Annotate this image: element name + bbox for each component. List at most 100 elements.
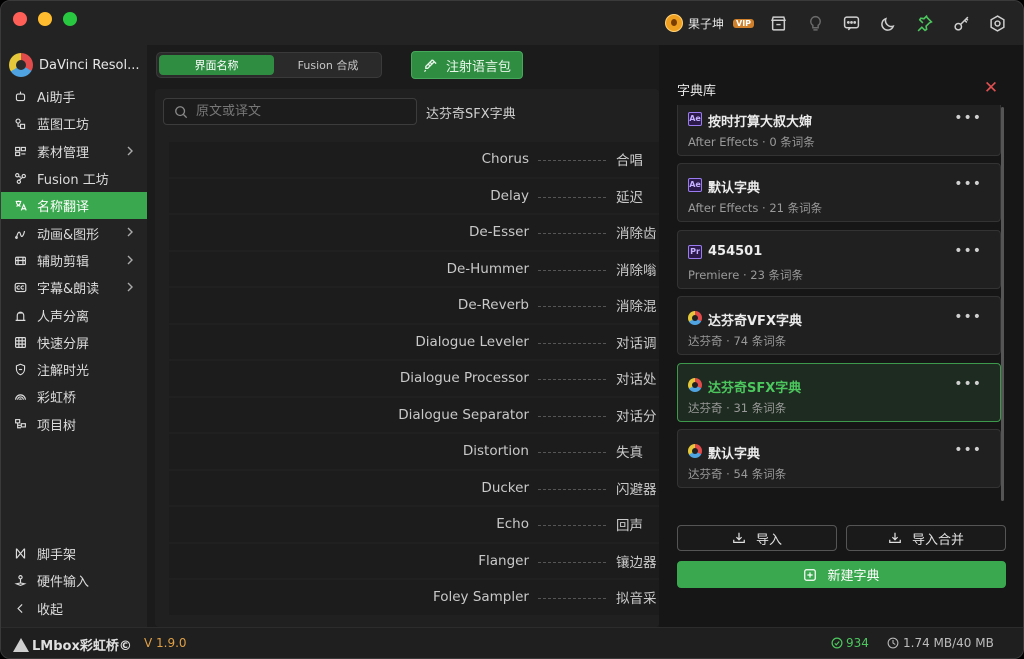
tab-fusion-composite[interactable]: Fusion 合成	[277, 55, 379, 75]
table-row[interactable]: Chorus 合唱	[169, 142, 659, 179]
more-options-icon[interactable]: •••	[954, 176, 982, 192]
row-divider	[538, 342, 606, 344]
sidebar-item-2[interactable]: 素材管理	[1, 138, 147, 165]
import-button[interactable]: 导入	[677, 525, 837, 551]
translated-text: 失真	[616, 445, 643, 462]
dictionary-card[interactable]: 默认字典 达芬奇 · 54 条词条 •••	[677, 429, 1001, 488]
dictionary-subtitle: 达芬奇 · 31 条词条	[688, 401, 787, 415]
sidebar-item-label: 项目树	[37, 418, 77, 434]
source-text: Chorus	[481, 151, 529, 168]
source-text: De-Reverb	[457, 297, 529, 314]
dictionary-library-panel: 字典库 ✕ Ae 按时打算大叔大婶 After Effects · 0 条词条 •••…	[659, 45, 1023, 627]
maximize-window-button[interactable]	[63, 12, 77, 26]
version-label[interactable]: V 1.9.0	[144, 636, 187, 650]
row-divider	[538, 488, 606, 490]
sidebar-item-label: 彩虹桥	[37, 391, 77, 407]
collapse-icon	[13, 601, 27, 615]
sidebar-bottom-item-0[interactable]: 脚手架	[1, 540, 147, 567]
dictionary-card[interactable]: Ae 默认字典 After Effects · 21 条词条 •••	[677, 163, 1001, 222]
inject-language-pack-button[interactable]: 注射语言包	[411, 51, 523, 79]
sidebar-item-7[interactable]: 字幕&朗读	[1, 274, 147, 301]
sidebar-item-label: 收起	[37, 602, 64, 618]
dictionary-card[interactable]: Pr 454501 Premiere · 23 条词条 •••	[677, 230, 1001, 289]
more-options-icon[interactable]: •••	[954, 243, 982, 259]
user-profile[interactable]: 果子坤 VIP	[665, 12, 755, 34]
dictionary-card[interactable]: 达芬奇VFX字典 达芬奇 · 74 条词条 •••	[677, 296, 1001, 355]
table-row[interactable]: Dialogue Separator 对话分	[169, 397, 659, 434]
translated-text: 延迟	[616, 189, 643, 206]
sidebar-item-4[interactable]: 名称翻译	[1, 192, 147, 220]
row-divider	[538, 415, 606, 417]
table-row[interactable]: Ducker 闪避器	[169, 470, 659, 507]
sidebar-item-3[interactable]: Fusion 工坊	[1, 165, 147, 192]
sidebar-item-label: 快速分屏	[37, 336, 90, 352]
dictionary-subtitle: 达芬奇 · 74 条词条	[688, 334, 787, 348]
tab-ui-names[interactable]: 界面名称	[159, 55, 274, 75]
tab-switch: 界面名称 Fusion 合成	[156, 52, 382, 78]
message-icon[interactable]	[841, 13, 861, 33]
sidebar-item-label: 脚手架	[37, 548, 77, 564]
translated-text: 对话调	[616, 335, 657, 352]
sidebar-item-12[interactable]: 项目树	[1, 411, 147, 438]
source-text: De-Esser	[468, 224, 529, 241]
translated-text: 消除混	[616, 299, 657, 316]
search-input[interactable]	[196, 104, 396, 119]
scrollbar[interactable]	[1001, 107, 1004, 501]
table-row[interactable]: Dialogue Processor 对话处	[169, 361, 659, 398]
table-row[interactable]: Echo 回声	[169, 507, 659, 544]
search-box[interactable]	[163, 98, 417, 125]
memory-usage-value: 1.74 MB/40 MB	[903, 636, 994, 650]
sidebar-item-8[interactable]: 人声分离	[1, 301, 147, 328]
ae-badge-icon: Ae	[688, 178, 702, 192]
more-options-icon[interactable]: •••	[954, 309, 982, 325]
sidebar-item-0[interactable]: Ai助手	[1, 83, 147, 110]
import-merge-button[interactable]: 导入合并	[846, 525, 1006, 551]
lightbulb-icon[interactable]	[805, 13, 825, 33]
lmbox-logo-text: LMbox彩虹桥©	[32, 639, 132, 654]
new-dictionary-button[interactable]: 新建字典	[677, 561, 1006, 588]
key-icon[interactable]	[951, 13, 971, 33]
more-options-icon[interactable]: •••	[954, 376, 982, 392]
sidebar-item-label: Ai助手	[37, 91, 76, 107]
chevron-right-icon	[127, 282, 133, 292]
row-divider	[538, 561, 606, 563]
source-text: De-Hummer	[446, 260, 529, 277]
sidebar-item-10[interactable]: 注解时光	[1, 356, 147, 383]
more-options-icon[interactable]: •••	[954, 110, 982, 126]
scaffold-icon	[13, 547, 27, 561]
sidebar-bottom-item-2[interactable]: 收起	[1, 595, 147, 622]
close-window-button[interactable]	[13, 12, 27, 26]
table-row[interactable]: De-Esser 消除齿	[169, 215, 659, 252]
chevron-right-icon	[127, 227, 133, 237]
minimize-window-button[interactable]	[38, 12, 52, 26]
table-row[interactable]: Delay 延迟	[169, 178, 659, 215]
table-row[interactable]: Distortion 失真	[169, 434, 659, 471]
source-text: Delay	[490, 187, 529, 204]
translate-icon	[13, 199, 27, 213]
table-row[interactable]: Foley Sampler 拟音采	[169, 580, 659, 617]
sidebar-item-9[interactable]: 快速分屏	[1, 329, 147, 356]
sidebar-item-label: 辅助剪辑	[37, 254, 90, 270]
table-row[interactable]: De-Hummer 消除嗡	[169, 251, 659, 288]
sidebar-item-11[interactable]: 彩虹桥	[1, 383, 147, 410]
settings-icon[interactable]	[987, 13, 1007, 33]
sidebar-item-5[interactable]: 动画&图形	[1, 219, 147, 246]
dictionary-title: 默认字典	[708, 181, 761, 196]
more-options-icon[interactable]: •••	[954, 442, 982, 458]
table-row[interactable]: Dialogue Leveler 对话调	[169, 324, 659, 361]
sidebar-item-6[interactable]: 辅助剪辑	[1, 247, 147, 274]
dictionary-card[interactable]: Ae 按时打算大叔大婶 After Effects · 0 条词条 •••	[677, 105, 1001, 156]
table-row[interactable]: De-Reverb 消除混	[169, 288, 659, 325]
dictionary-card[interactable]: 达芬奇SFX字典 达芬奇 · 31 条词条 •••	[677, 363, 1001, 422]
sidebar-bottom-item-1[interactable]: 硬件输入	[1, 567, 147, 594]
sidebar-item-1[interactable]: 蓝图工坊	[1, 110, 147, 137]
moon-icon[interactable]	[878, 13, 898, 33]
animation-icon	[13, 226, 27, 240]
table-row[interactable]: Flanger 镶边器	[169, 543, 659, 580]
lmbox-logo: LMbox彩虹桥©	[13, 635, 132, 654]
store-icon[interactable]	[768, 13, 788, 33]
close-icon[interactable]: ✕	[983, 80, 999, 97]
pin-icon[interactable]	[914, 13, 934, 33]
app-brand[interactable]: DaVinci Resol...	[9, 53, 140, 77]
davinci-badge-icon	[688, 378, 702, 392]
